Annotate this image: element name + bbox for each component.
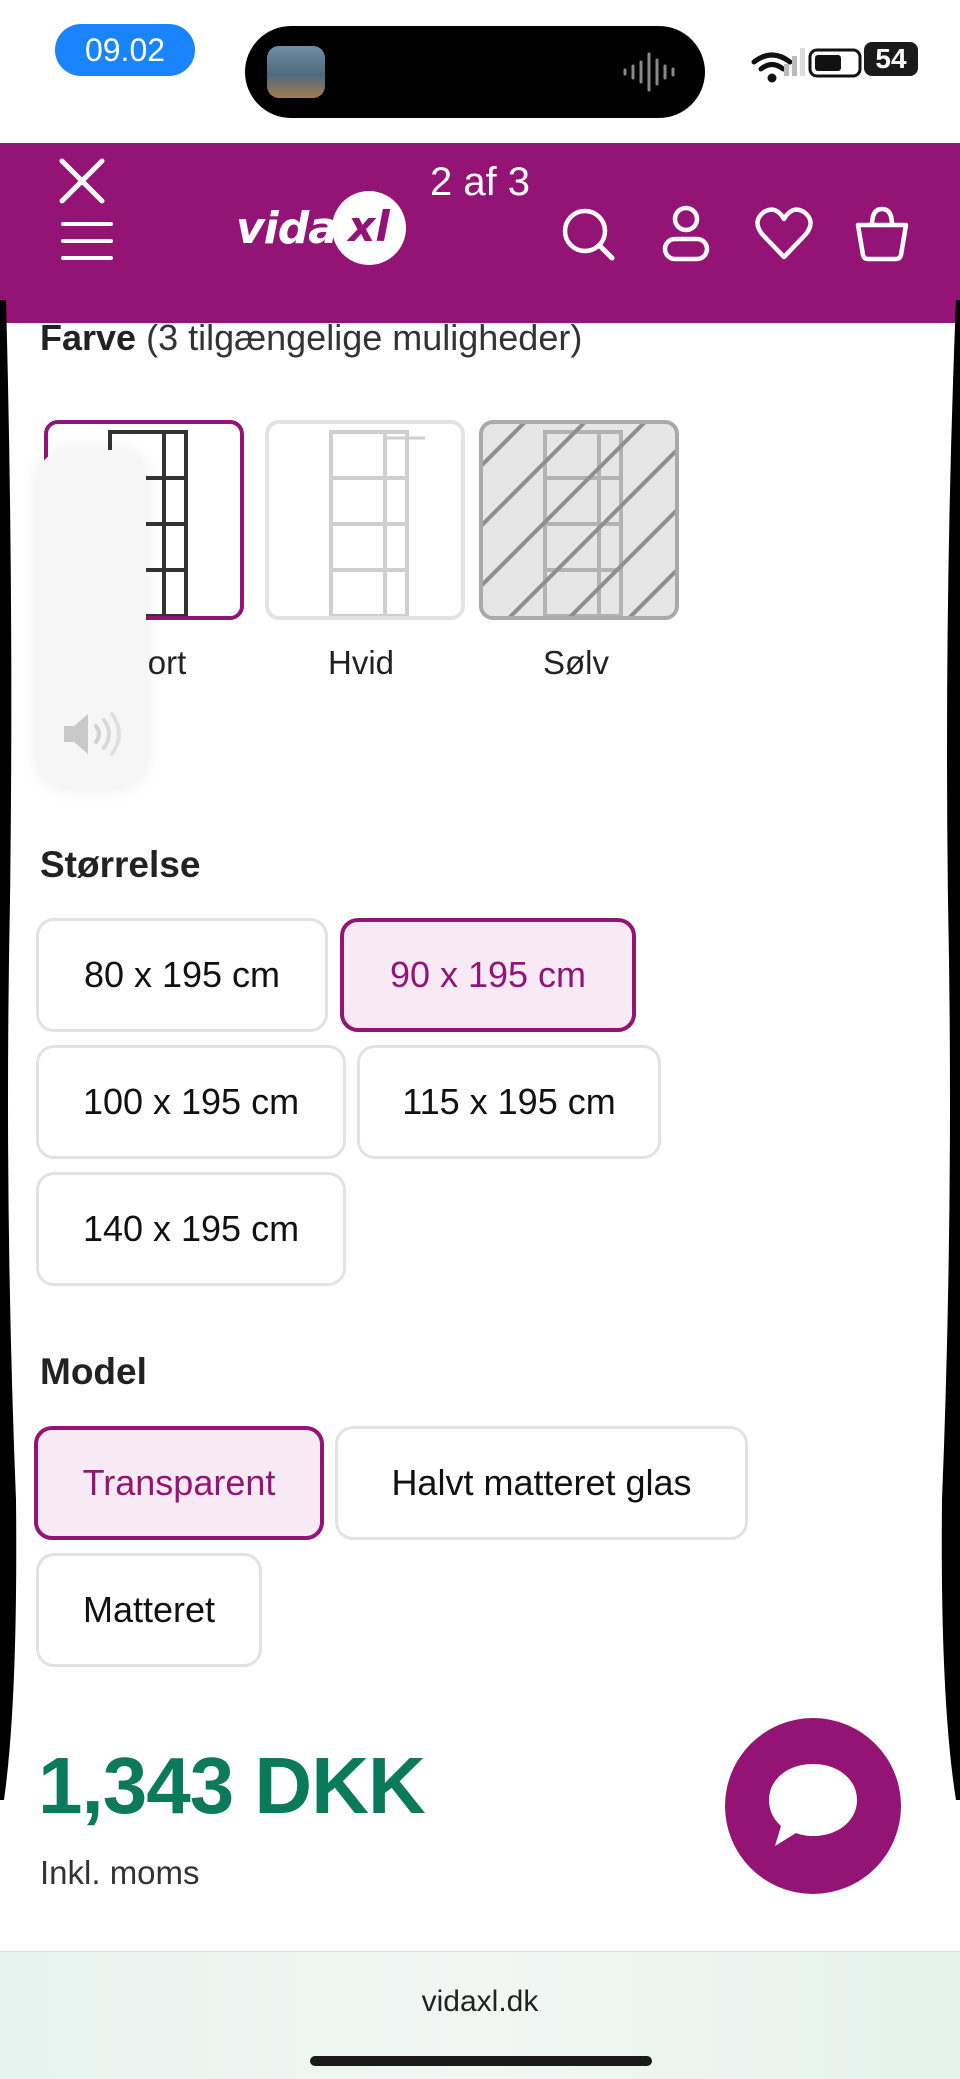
color-label-solv: Sølv xyxy=(543,644,609,681)
screen-edge-right xyxy=(941,300,960,1800)
vidaxl-logo[interactable]: vida xl xyxy=(236,189,406,269)
phone-screen: 09.02 54 2 af 3 vida xl Farve (3 tilgæng… xyxy=(0,0,960,2079)
size-option-100x195[interactable]: 100 x 195 cm xyxy=(36,1045,346,1159)
chat-icon xyxy=(769,1764,857,1846)
screen-edge-left xyxy=(0,300,17,1800)
color-heading: Farve (3 tilgængelige muligheder) xyxy=(40,313,582,363)
status-time[interactable]: 09.02 xyxy=(55,24,195,76)
dynamic-island[interactable] xyxy=(245,26,705,118)
page-counter: 2 af 3 xyxy=(429,160,531,204)
model-option-matteret[interactable]: Matteret xyxy=(36,1553,262,1667)
audio-waveform-icon xyxy=(623,52,675,92)
size-option-80x195[interactable]: 80 x 195 cm xyxy=(36,918,328,1032)
volume-icon xyxy=(64,712,121,756)
cellular-signal-icon xyxy=(784,48,805,76)
shower-wall-white-image xyxy=(329,430,425,616)
model-option-halvt-matteret[interactable]: Halvt matteret glas xyxy=(335,1426,748,1540)
site-header: 2 af 3 vida xl xyxy=(0,143,960,323)
heart-icon[interactable] xyxy=(754,203,814,265)
model-option-transparent[interactable]: Transparent xyxy=(34,1426,324,1540)
now-playing-artwork xyxy=(267,46,325,98)
logo-badge: xl xyxy=(332,191,406,265)
basket-icon[interactable] xyxy=(852,203,912,265)
size-option-140x195[interactable]: 140 x 195 cm xyxy=(36,1172,346,1286)
shower-wall-silver-image xyxy=(483,424,675,616)
status-bar: 09.02 54 xyxy=(0,0,960,143)
battery-icon xyxy=(808,48,862,78)
search-icon[interactable] xyxy=(558,203,618,265)
home-indicator[interactable] xyxy=(310,2056,652,2066)
logo-wordmark: vida xyxy=(236,203,338,254)
size-option-90x195[interactable]: 90 x 195 cm xyxy=(340,918,636,1032)
color-heading-count: (3 tilgængelige muligheder) xyxy=(146,317,583,358)
size-option-115x195[interactable]: 115 x 195 cm xyxy=(357,1045,661,1159)
color-swatch-hvid[interactable] xyxy=(265,420,465,620)
url-text[interactable]: vidaxl.dk xyxy=(0,1980,960,2024)
vat-note: Inkl. moms xyxy=(40,1854,200,1891)
color-label-hvid: Hvid xyxy=(327,644,395,681)
size-heading: Størrelse xyxy=(40,844,201,885)
close-icon[interactable] xyxy=(56,155,108,207)
battery-level: 54 xyxy=(864,42,918,76)
chat-button[interactable] xyxy=(725,1718,901,1894)
account-icon[interactable] xyxy=(656,203,716,265)
product-price: 1,343 DKK xyxy=(38,1741,426,1830)
model-heading: Model xyxy=(40,1351,147,1392)
color-heading-label: Farve xyxy=(40,317,137,358)
color-swatch-solv[interactable] xyxy=(479,420,679,620)
volume-hud xyxy=(38,450,146,788)
menu-icon[interactable] xyxy=(60,218,114,264)
browser-address-bar[interactable]: vidaxl.dk xyxy=(0,1951,960,2079)
